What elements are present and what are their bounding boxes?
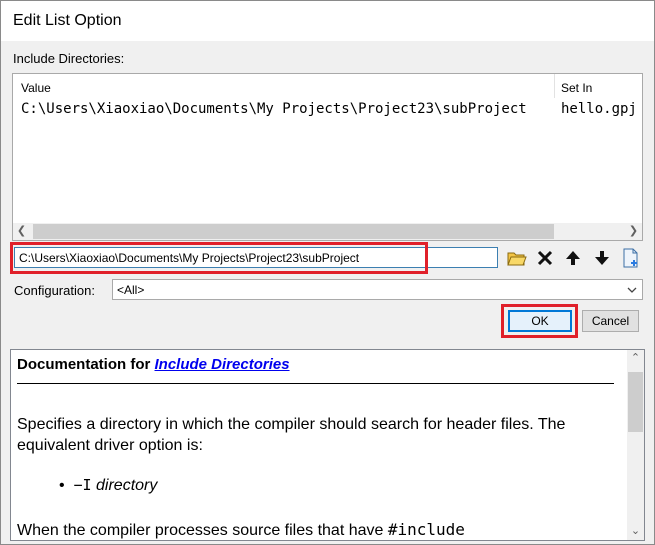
- horizontal-scrollbar[interactable]: ❮ ❯: [13, 223, 642, 240]
- ok-button[interactable]: OK: [508, 310, 572, 332]
- scroll-down-icon[interactable]: ⌄: [627, 523, 644, 540]
- doc-divider: [17, 383, 614, 384]
- move-up-icon: [566, 251, 580, 265]
- browse-folder-button[interactable]: [506, 247, 528, 269]
- new-item-button[interactable]: [620, 247, 642, 269]
- browse-folder-icon: [507, 252, 527, 266]
- doc-bullet: • −I directory: [59, 476, 158, 494]
- move-up-button[interactable]: [562, 247, 584, 269]
- include-directories-list[interactable]: Value Set In C:\Users\Xiaoxiao\Documents…: [12, 73, 643, 241]
- documentation-pane[interactable]: Documentation for Include Directories Sp…: [10, 349, 645, 541]
- window-title: Edit List Option: [13, 12, 122, 29]
- doc-bullet-option: −I: [73, 476, 92, 494]
- move-down-icon: [595, 251, 609, 265]
- include-directories-label: Include Directories:: [13, 51, 125, 66]
- move-down-button[interactable]: [591, 247, 613, 269]
- column-header-value[interactable]: Value: [21, 74, 553, 96]
- configuration-dropdown[interactable]: <All>: [112, 279, 643, 300]
- edit-list-option-dialog: Edit List Option Include Directories: Va…: [0, 0, 655, 545]
- scrollbar-thumb[interactable]: [33, 224, 554, 239]
- list-item-set-in: hello.gpj: [561, 101, 637, 117]
- include-directories-link[interactable]: Include Directories: [155, 356, 290, 373]
- chevron-down-icon: [627, 287, 637, 293]
- scrollbar-thumb[interactable]: [628, 372, 643, 432]
- configuration-selected-value: <All>: [117, 283, 145, 297]
- vertical-scrollbar[interactable]: ⌃ ⌄: [627, 350, 644, 540]
- scroll-up-icon[interactable]: ⌃: [627, 350, 644, 367]
- list-item[interactable]: C:\Users\Xiaoxiao\Documents\My Projects\…: [13, 98, 642, 120]
- doc-heading: Documentation for Include Directories: [17, 356, 290, 373]
- new-item-icon: [623, 248, 638, 268]
- scroll-right-icon[interactable]: ❯: [625, 223, 642, 240]
- title-bar: Edit List Option: [1, 1, 654, 41]
- doc-heading-prefix: Documentation for: [17, 356, 155, 373]
- scroll-left-icon[interactable]: ❮: [13, 223, 30, 240]
- column-header-set-in[interactable]: Set In: [561, 74, 641, 96]
- delete-button[interactable]: [534, 247, 556, 269]
- doc-bullet-arg: directory: [96, 477, 158, 494]
- list-item-value: C:\Users\Xiaoxiao\Documents\My Projects\…: [21, 101, 527, 117]
- doc-paragraph-2-text: When the compiler processes source files…: [17, 522, 388, 539]
- configuration-label: Configuration:: [14, 283, 95, 298]
- cancel-button[interactable]: Cancel: [582, 310, 639, 332]
- doc-paragraph: Specifies a directory in which the compi…: [17, 416, 566, 454]
- path-input[interactable]: [14, 247, 498, 268]
- delete-icon: [537, 250, 553, 266]
- column-divider[interactable]: [554, 74, 555, 98]
- doc-paragraph-2-code: #include: [387, 520, 465, 539]
- doc-paragraph-2: When the compiler processes source files…: [17, 520, 465, 540]
